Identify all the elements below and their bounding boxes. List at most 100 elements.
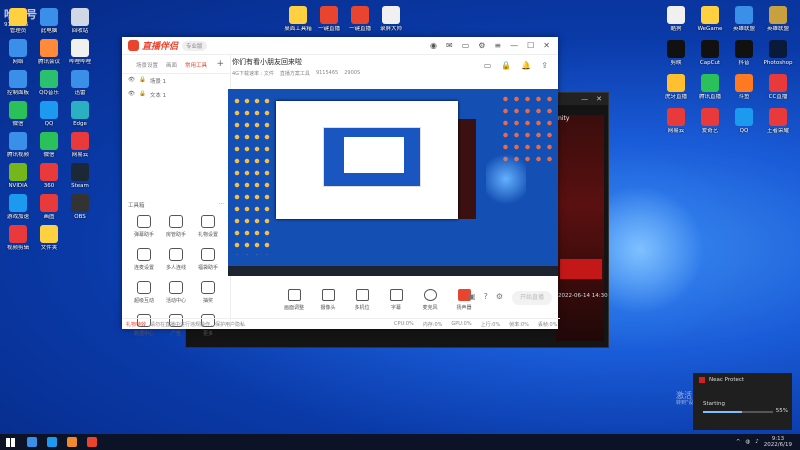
subtitle-button[interactable]: 字幕 [384, 289, 408, 311]
tool-item[interactable]: 福袋助手 [192, 248, 224, 271]
toolbox-more-icon[interactable]: ⋯ [219, 201, 225, 209]
preview-taskbar [228, 266, 558, 276]
microphone-button[interactable]: 麦克风 [418, 289, 442, 311]
lock-icon[interactable]: 🔒 [139, 91, 146, 99]
multi-camera-button[interactable]: 多机位 [350, 289, 374, 311]
app-icon [701, 40, 719, 58]
taskbar-app-icon[interactable] [47, 437, 57, 447]
volume-icon[interactable]: ♪ [755, 439, 759, 445]
app-icon [40, 163, 58, 181]
taskbar-app-icon[interactable] [27, 437, 37, 447]
app-logo: 直播伴侣 [128, 39, 178, 52]
start-live-button[interactable]: 开始直播 [512, 291, 552, 305]
stream-preview[interactable] [228, 89, 558, 276]
app-icon [71, 194, 89, 212]
camera-button[interactable]: 摄像头 [316, 289, 340, 311]
desktop-icon[interactable]: 王者荣耀 [758, 108, 798, 134]
mail-icon[interactable]: ✉ [446, 41, 453, 50]
app-icon [9, 101, 27, 119]
desktop-icon[interactable]: 文件夹 [29, 225, 69, 251]
bell-icon[interactable]: 🔔 [521, 61, 531, 70]
desktop-icon[interactable]: Edge [60, 101, 100, 127]
chevron-up-icon[interactable]: ^ [736, 439, 741, 445]
app-icon [735, 6, 753, 24]
app-icon [769, 6, 787, 24]
maximize-icon[interactable]: ☐ [527, 41, 534, 50]
minimize-icon[interactable]: — [581, 95, 588, 103]
tool-item[interactable]: 连麦设置 [128, 248, 160, 271]
avatar[interactable]: ◉ [430, 41, 437, 50]
close-icon[interactable]: ✕ [543, 41, 550, 50]
minimize-icon[interactable]: — [510, 41, 518, 50]
eye-icon[interactable]: 👁 [128, 77, 135, 85]
share-icon[interactable]: ⇪ [541, 61, 548, 70]
tool-icon [287, 289, 301, 301]
scene-item[interactable]: 👁 🔒 文本 1 [122, 88, 230, 102]
screen-icon[interactable]: ▭ [484, 61, 492, 70]
notice-text: 请勿在直播中进行违规操作，保护用户隐私 [150, 321, 246, 328]
desktop-icon-label: 英雄联盟 [766, 26, 789, 32]
menu-icon[interactable]: ≡ [494, 41, 501, 50]
desktop-icon[interactable]: 哔哩哔哩 [60, 39, 100, 65]
taskbar-app-icon[interactable] [87, 437, 97, 447]
add-scene-button[interactable]: + [216, 59, 224, 69]
notice-tag[interactable]: 礼物特效 [126, 321, 146, 328]
scene-adjust-button[interactable]: 画面调整 [282, 289, 306, 311]
app-icon [71, 39, 89, 57]
help-icon[interactable]: ? [484, 292, 488, 301]
live-companion-window[interactable]: 直播伴侣 专业版 ◉ ✉ ▭ ⚙ ≡ — ☐ ✕ 场景设置 画面 常用工具 + … [122, 37, 560, 337]
tool-item[interactable]: 弹幕助手 [128, 215, 160, 238]
eye-icon[interactable]: 👁 [128, 91, 135, 99]
desktop-icon[interactable]: OBS [60, 194, 100, 220]
desktop-icon[interactable]: 英雄联盟 [758, 6, 798, 32]
desktop-icon[interactable]: 回收站 [60, 8, 100, 34]
notification-title: Neac Protect [709, 377, 745, 383]
app-titlebar[interactable]: 直播伴侣 专业版 ◉ ✉ ▭ ⚙ ≡ — ☐ ✕ [122, 37, 558, 55]
neac-protect-notification[interactable]: Neac Protect Starting 55% [693, 373, 792, 430]
tool-item[interactable]: 抽奖 [192, 281, 224, 304]
tool-item[interactable]: 活动中心 [160, 281, 192, 304]
screen-icon[interactable]: ▭ [462, 41, 470, 50]
taskbar-clock[interactable]: 9:13 2022/6/19 [764, 436, 792, 448]
desktop-icon[interactable]: Steam [60, 163, 100, 189]
desktop-icon-label: OBS [74, 214, 86, 220]
app-icon [667, 108, 685, 126]
preview-nested-window-inner [344, 137, 404, 173]
desktop-icon[interactable]: 网易云 [60, 132, 100, 158]
camera-icon[interactable]: ▣ [468, 292, 476, 301]
shield-icon [699, 377, 705, 383]
preview-wallpaper-light [486, 149, 526, 209]
app-icon [320, 6, 338, 24]
desktop-icon[interactable]: Photoshop [758, 40, 798, 66]
stat-item: 内存:0% [422, 322, 443, 328]
tab-canvas[interactable]: 画面 [166, 61, 177, 69]
tab-tools[interactable]: 常用工具 [185, 61, 207, 69]
app-icon [9, 8, 27, 26]
app-icon [71, 101, 89, 119]
preview-game-window [456, 119, 476, 219]
tool-item[interactable]: 超级互动 [128, 281, 160, 304]
system-tray: ^ ◍ ♪ 9:13 2022/6/19 [736, 436, 800, 448]
app-icon [351, 6, 369, 24]
settings-icon[interactable]: ⚙ [496, 292, 503, 301]
game-start-button[interactable] [560, 259, 602, 279]
close-icon[interactable]: ✕ [596, 95, 602, 103]
desktop-icon[interactable]: 录屏大师 [371, 6, 411, 32]
tool-item[interactable]: 多人连线 [160, 248, 192, 271]
windows-start-icon[interactable] [6, 437, 15, 447]
scene-item[interactable]: 👁 🔒 场景 1 [122, 74, 230, 88]
app-icon [667, 74, 685, 92]
lock-icon[interactable]: 🔒 [139, 77, 146, 85]
lock-icon[interactable]: 🔒 [501, 61, 511, 70]
toolbox-title: 工具箱 [128, 203, 145, 209]
tool-item[interactable]: 礼物设置 [192, 215, 224, 238]
network-icon[interactable]: ◍ [745, 439, 750, 445]
desktop-icon[interactable]: 迅雷 [60, 70, 100, 96]
app-icon [40, 70, 58, 88]
settings-icon[interactable]: ⚙ [478, 41, 485, 50]
tab-scene[interactable]: 场景设置 [136, 61, 158, 69]
tool-item[interactable]: 房管助手 [160, 215, 192, 238]
desktop-icon[interactable]: CC直播 [758, 74, 798, 100]
taskbar-app-icon[interactable] [67, 437, 77, 447]
desktop-icon-label: 回收站 [71, 28, 89, 34]
